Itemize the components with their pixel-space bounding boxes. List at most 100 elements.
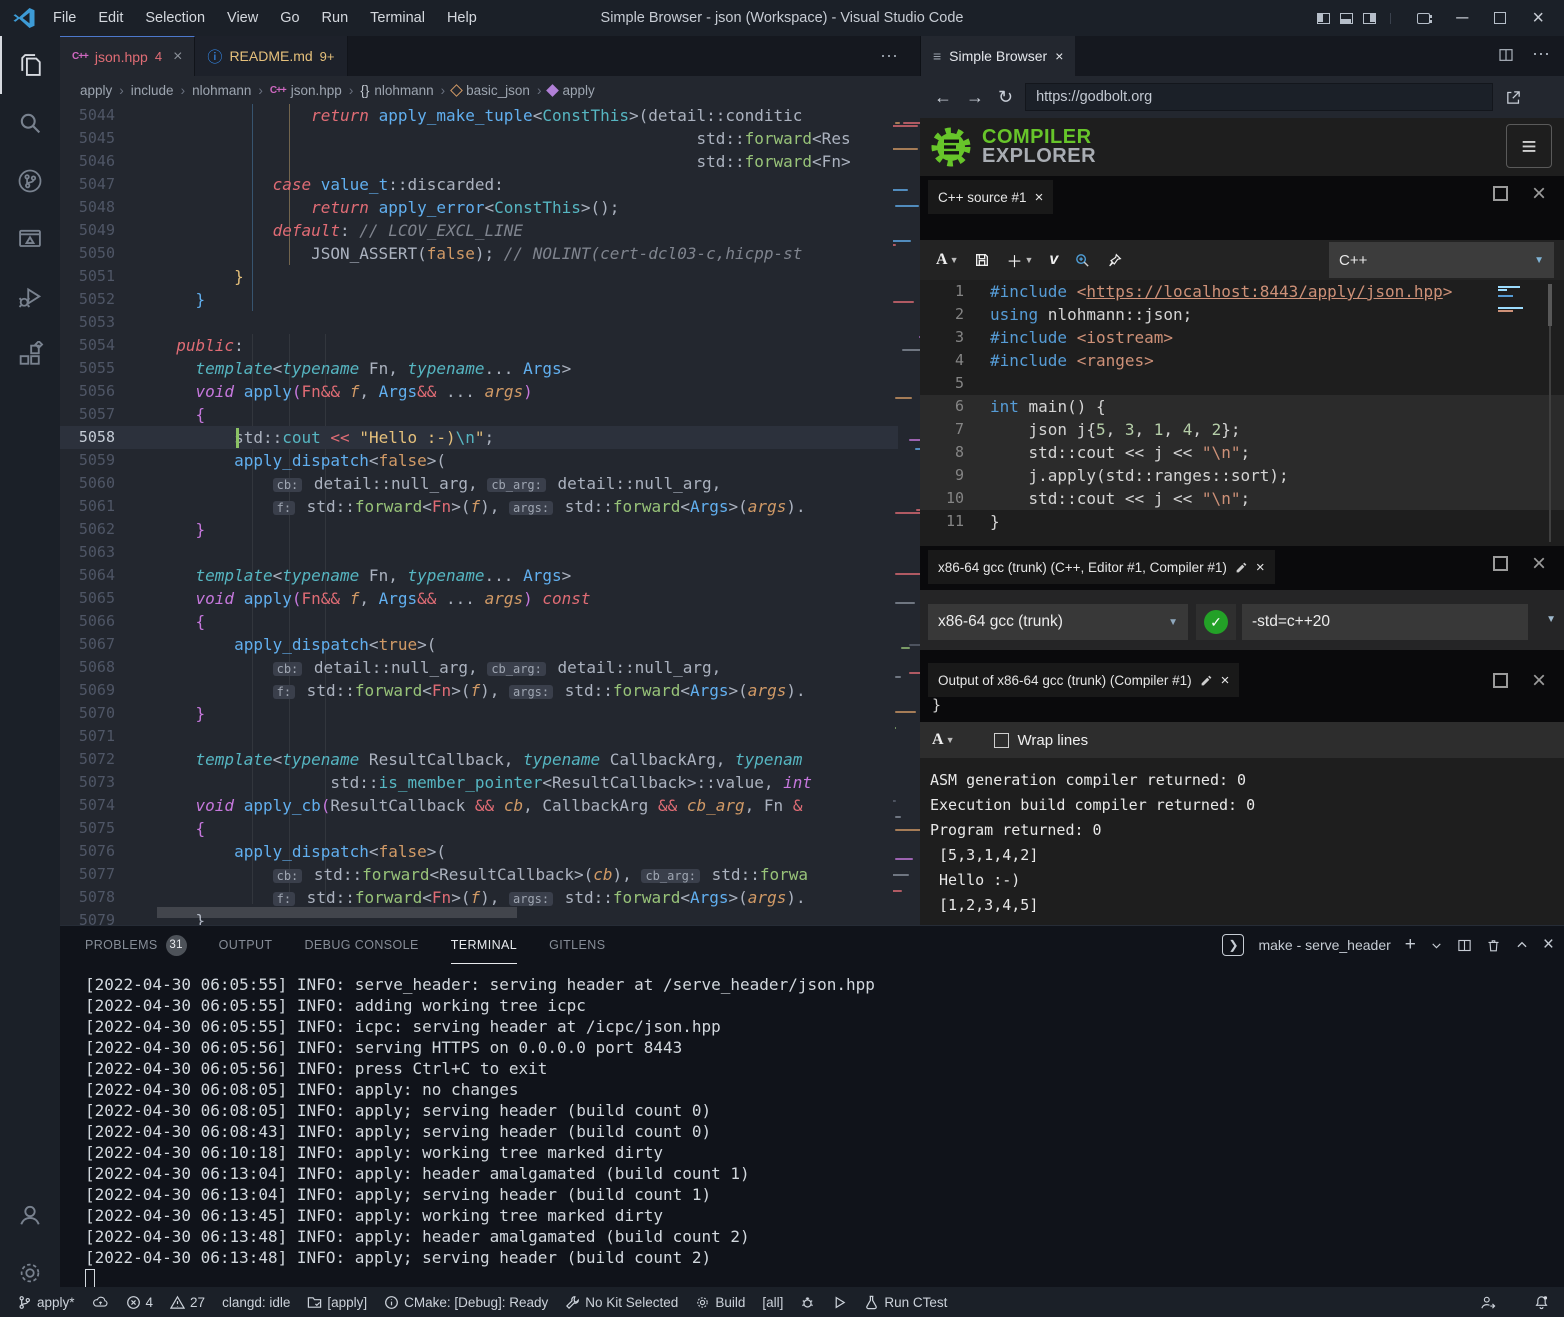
maximize-pane-icon[interactable] [1493, 186, 1508, 201]
status-item-sync[interactable] [92, 1294, 109, 1311]
sidebar-item-extensions[interactable] [0, 326, 60, 384]
editor-more-actions-icon[interactable]: ⋯ [880, 46, 898, 67]
back-icon[interactable]: ← [934, 87, 952, 108]
edit-pencil-icon[interactable] [1235, 561, 1248, 574]
panel-tab-output[interactable]: OUTPUT [219, 926, 273, 964]
menu-run[interactable]: Run [311, 10, 360, 26]
url-input[interactable]: https://godbolt.org [1025, 83, 1493, 111]
maximize-pane-icon[interactable] [1493, 556, 1508, 571]
status-item-cmake-build[interactable]: Build [695, 1295, 745, 1310]
tab-readme.md[interactable]: ⓘREADME.md9+ [195, 36, 347, 76]
status-item-ctest[interactable]: Run CTest [864, 1295, 947, 1310]
sidebar-item-explorer[interactable] [0, 36, 60, 94]
sidebar-item-search[interactable] [0, 94, 60, 152]
chevron-up-icon[interactable] [1515, 938, 1529, 952]
close-output-tab-icon[interactable]: × [1221, 672, 1230, 689]
terminal-select[interactable]: make - serve_header [1258, 937, 1390, 953]
edit-pencil-icon[interactable] [1200, 674, 1213, 687]
panel-tab-terminal[interactable]: TERMINAL [451, 926, 517, 964]
menu-view[interactable]: View [216, 10, 269, 26]
close-panel-icon[interactable]: × [1543, 934, 1554, 956]
close-compiler-tab-icon[interactable]: × [1256, 559, 1265, 576]
ce-scrollbar-slider[interactable] [1548, 284, 1552, 326]
browser-more-actions-icon[interactable]: ⋯ [1532, 44, 1550, 65]
open-external-icon[interactable] [1505, 89, 1522, 106]
status-item-cmake-target[interactable]: [all] [762, 1295, 783, 1310]
hamburger-menu-icon[interactable]: ≡ [1506, 124, 1552, 168]
customize-layout-icon[interactable] [1417, 13, 1430, 24]
tab-output[interactable]: Output of x86-64 gcc (trunk) (Compiler #… [928, 663, 1239, 697]
toggle-panel-icon[interactable] [1340, 13, 1353, 24]
status-item-accounts-feedback[interactable] [1479, 1294, 1496, 1311]
forward-icon[interactable]: → [966, 87, 984, 108]
breadcrumb-item-apply[interactable]: apply [80, 83, 112, 98]
add-pane-button[interactable]: ＋▼ [1006, 248, 1033, 272]
toggle-sidebar-icon[interactable] [1317, 13, 1330, 24]
panel-tab-debug-console[interactable]: DEBUG CONSOLE [304, 926, 418, 964]
ce-source-editor[interactable]: 1#include <https://localhost:8443/apply/… [920, 280, 1564, 546]
code-editor[interactable]: 5044 return apply_make_tuple<ConstThis>(… [60, 104, 920, 925]
compiler-select[interactable]: x86-64 gcc (trunk) ▼ [928, 604, 1188, 640]
menu-terminal[interactable]: Terminal [359, 10, 436, 26]
toggle-secondary-sidebar-icon[interactable] [1363, 13, 1376, 24]
sidebar-item-run-debug[interactable] [0, 268, 60, 326]
vim-toggle-icon[interactable]: v [1049, 251, 1058, 269]
font-size-button[interactable]: A▼ [936, 251, 958, 269]
code-token[interactable]: https://localhost:8443/apply/json.hpp [1086, 282, 1442, 301]
pin-icon[interactable] [1107, 252, 1123, 268]
close-source-tab-icon[interactable]: × [1035, 189, 1044, 206]
menu-edit[interactable]: Edit [87, 10, 134, 26]
status-item-debug[interactable] [800, 1295, 815, 1310]
terminal-output[interactable]: [2022-04-30 06:05:55] INFO: serve_header… [85, 974, 1545, 1268]
close-pane-icon[interactable]: × [1532, 673, 1546, 688]
panel-tab-problems[interactable]: PROBLEMS31 [85, 926, 187, 964]
status-item-notifications[interactable] [1533, 1294, 1550, 1311]
close-window-icon[interactable]: × [1532, 7, 1544, 30]
minimize-icon[interactable]: ─ [1456, 8, 1468, 28]
tab-json.hpp[interactable]: C++json.hpp4× [60, 36, 195, 76]
trash-icon[interactable] [1486, 938, 1501, 953]
horizontal-scrollbar[interactable] [157, 907, 517, 918]
wrap-lines-checkbox[interactable] [994, 733, 1009, 748]
split-editor-icon[interactable] [1498, 47, 1514, 63]
breadcrumb-item-nlohmann[interactable]: nlohmann [192, 83, 251, 98]
compiler-options-input[interactable]: -std=c++20 [1242, 604, 1528, 640]
new-terminal-icon[interactable]: + [1405, 934, 1416, 956]
status-item-git-branch[interactable]: apply* [17, 1295, 75, 1310]
sidebar-item-source-control[interactable] [0, 152, 60, 210]
panel-tab-gitlens[interactable]: GITLENS [549, 926, 605, 964]
tab-cpp-source[interactable]: C++ source #1 × [928, 180, 1053, 214]
breadcrumb-item-apply[interactable]: apply [548, 83, 594, 98]
sidebar-item-cmake[interactable] [0, 210, 60, 268]
menu-help[interactable]: Help [436, 10, 488, 26]
font-size-button[interactable]: A▼ [932, 731, 954, 749]
close-pane-icon[interactable]: × [1532, 556, 1546, 571]
close-browser-tab-icon[interactable]: × [1055, 48, 1063, 64]
accounts-button[interactable] [0, 1186, 60, 1244]
minimap[interactable] [893, 104, 920, 904]
breadcrumb-item-include[interactable]: include [131, 83, 174, 98]
status-item-cmake-project[interactable]: [apply] [307, 1295, 367, 1310]
menu-go[interactable]: Go [269, 10, 310, 26]
maximize-icon[interactable] [1494, 12, 1506, 24]
breadcrumb[interactable]: apply›include›nlohmann›C++json.hpp›{}nlo… [60, 76, 920, 104]
status-item-cmake-status[interactable]: CMake: [Debug]: Ready [384, 1295, 548, 1310]
close-tab-icon[interactable]: × [173, 48, 182, 66]
reload-icon[interactable]: ↻ [998, 87, 1013, 108]
tab-simple-browser[interactable]: ≡ Simple Browser × [921, 36, 1075, 76]
status-item-errors[interactable]: 4 [126, 1295, 154, 1310]
breadcrumb-item-basic_json[interactable]: basic_json [452, 83, 530, 98]
tab-compiler[interactable]: x86-64 gcc (trunk) (C++, Editor #1, Comp… [928, 550, 1275, 584]
maximize-pane-icon[interactable] [1493, 673, 1508, 688]
chevron-down-icon[interactable] [1430, 939, 1443, 952]
status-item-cmake-kit[interactable]: No Kit Selected [565, 1295, 678, 1310]
split-terminal-icon[interactable] [1457, 938, 1472, 953]
zoom-icon[interactable] [1074, 252, 1091, 269]
breadcrumb-item-json.hpp[interactable]: C++json.hpp [270, 83, 342, 98]
menu-selection[interactable]: Selection [134, 10, 216, 26]
status-item-launch[interactable] [832, 1295, 847, 1310]
language-select[interactable]: C++ ▼ [1329, 242, 1554, 278]
save-icon[interactable] [974, 252, 990, 268]
status-item-clangd-status[interactable]: clangd: idle [222, 1295, 290, 1310]
breadcrumb-item-nlohmann[interactable]: {}nlohmann [360, 83, 433, 98]
